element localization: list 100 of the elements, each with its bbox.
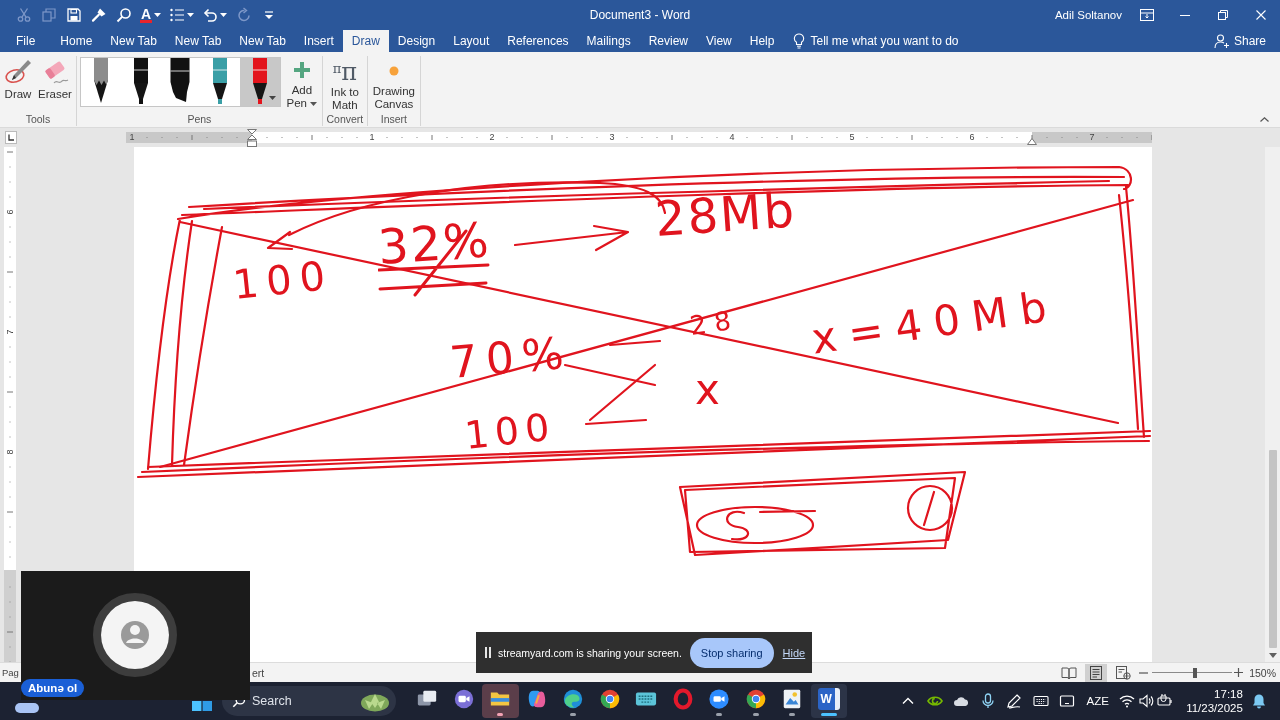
caret-icon (220, 13, 228, 17)
pause-icon (485, 647, 491, 658)
customize-icon (263, 11, 274, 19)
language-indicator[interactable]: AZE (1086, 695, 1109, 707)
web-page-icon (1115, 665, 1132, 680)
ribbon-tab[interactable]: New Tab (101, 30, 166, 52)
zoom-level[interactable]: 150% (1249, 666, 1276, 679)
ruler-number: 1 (369, 132, 375, 143)
minus-icon[interactable] (1139, 671, 1149, 674)
page-lines-icon (1089, 665, 1104, 680)
segmented-circle-icon (598, 688, 621, 710)
ribbon-tab[interactable]: View (697, 30, 741, 52)
ribbon-tab[interactable]: Design (388, 30, 445, 52)
add-pen-button[interactable]: Add Pen (284, 56, 319, 110)
person-add-icon (1213, 33, 1230, 49)
handwritten-text: 32% (376, 215, 493, 271)
ruler-number: 8 (5, 449, 15, 455)
draw-tool-button[interactable]: Draw (3, 56, 33, 101)
font-color-button[interactable]: A (136, 3, 166, 27)
handwritten-text: 100 (463, 407, 557, 455)
taskbar-button[interactable] (482, 684, 519, 718)
segmented-circle-icon (744, 688, 767, 710)
caret-icon (268, 96, 276, 100)
running-indicator (497, 713, 504, 716)
pen-loop-icon (4, 58, 32, 86)
stop-sharing-button[interactable]: Stop sharing (689, 637, 774, 668)
running-indicator (570, 713, 577, 716)
ribbon-tab[interactable]: Mailings (577, 30, 640, 52)
view-mode-button[interactable] (1085, 663, 1108, 682)
ribbon-tab[interactable]: Layout (444, 30, 499, 52)
ribbon-tab[interactable]: Help (740, 30, 784, 52)
taskbar-button[interactable]: W (810, 684, 847, 718)
undo-icon (202, 7, 219, 23)
ribbon-tab[interactable]: New Tab (230, 30, 295, 52)
slider-thumb[interactable] (1192, 667, 1197, 678)
tell-me-field[interactable]: Tell me what you want to do (810, 32, 976, 50)
scrollbar-thumb[interactable] (1268, 450, 1277, 648)
ribbon-tab[interactable]: Home (51, 30, 102, 52)
ribbon-tab[interactable]: File (0, 30, 52, 52)
book-icon (1061, 665, 1078, 680)
caret-icon (154, 13, 162, 17)
plus-icon[interactable] (1234, 668, 1244, 677)
paintbrush-icon (90, 7, 107, 23)
ruler-number: 6 (5, 209, 15, 215)
scroll-down-icon[interactable] (1268, 653, 1277, 658)
group-label: Insert (379, 113, 408, 126)
keyboard-icon (1032, 693, 1049, 709)
running-indicator (716, 713, 723, 716)
handwritten-text: 70% (448, 330, 574, 385)
ribbon-tab[interactable]: New Tab (165, 30, 231, 52)
dot-icon (388, 66, 399, 76)
group-label: Tools (24, 113, 52, 126)
ruler-number: 4 (729, 132, 735, 143)
ruler-number: 3 (609, 132, 615, 143)
indent-marker-icon[interactable] (1027, 138, 1037, 145)
widgets-button[interactable] (12, 701, 42, 715)
wave-circle-icon (562, 688, 585, 710)
hide-link[interactable]: Hide (782, 646, 806, 659)
clock-time[interactable]: 17:18 (1214, 687, 1243, 701)
drawing-canvas-button[interactable]: Drawing Canvas (370, 56, 417, 111)
pen-icon (1006, 693, 1023, 709)
ruler-number: 5 (849, 132, 855, 143)
status-text[interactable]: ert (251, 666, 265, 679)
ruler-number: 1 (129, 132, 135, 143)
user-name[interactable]: Adil Soltanov (1054, 9, 1122, 21)
indent-marker-icon[interactable] (247, 129, 257, 147)
vertical-scrollbar[interactable] (1265, 147, 1280, 662)
pages-icon (40, 7, 57, 23)
caret-icon (310, 101, 318, 106)
vertical-ruler[interactable]: 6 7 8 (4, 147, 16, 662)
clock-date[interactable]: 11/23/2025 (1186, 701, 1243, 715)
group-label: Pens (186, 113, 213, 126)
pen-slot[interactable] (240, 58, 280, 106)
ribbon-tab[interactable]: Insert (294, 30, 343, 52)
name-badge: Abunə ol (21, 679, 85, 697)
handwritten-text: 100 (230, 254, 335, 305)
caret-up-icon (1259, 116, 1269, 122)
gallery-more-button[interactable] (267, 95, 277, 101)
plus-icon (292, 61, 311, 79)
handwritten-text: 28Mb (653, 185, 798, 243)
window-title: Document3 - Word (589, 8, 691, 22)
ribbon-tab[interactable]: Draw (342, 30, 389, 52)
ribbon-tab[interactable]: Review (639, 30, 697, 52)
share-button[interactable]: Share (1213, 30, 1266, 52)
search-icon (115, 7, 132, 23)
eraser-button[interactable]: Eraser (37, 56, 73, 101)
lightbulb-icon (793, 33, 806, 49)
bell-icon[interactable] (1250, 693, 1267, 709)
ruler-number: 7 (5, 329, 15, 335)
close-icon (1256, 10, 1266, 20)
status-text[interactable]: Pag (2, 667, 19, 678)
tab-stop-icon[interactable] (5, 131, 17, 144)
group-label: Convert (325, 113, 364, 126)
caret-icon (187, 13, 195, 17)
scissors-icon (15, 7, 32, 23)
collapse-ribbon-button[interactable] (1258, 115, 1270, 123)
ribbon-tab[interactable]: References (498, 30, 578, 52)
handwritten-text: x (695, 369, 720, 411)
bulleted-list-icon (169, 7, 186, 23)
minimize-icon (1180, 14, 1190, 16)
